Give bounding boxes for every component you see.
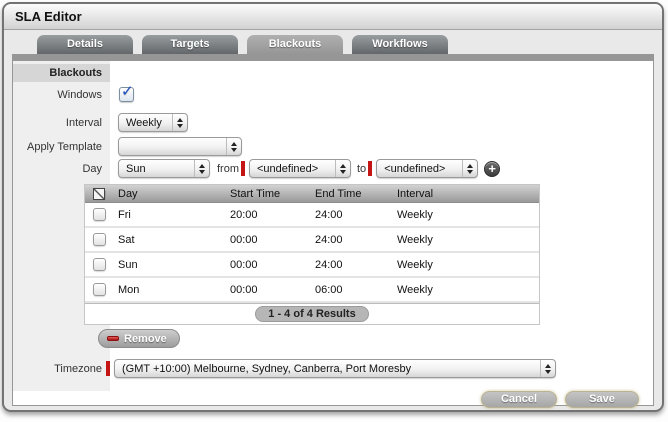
- select-all-icon[interactable]: [93, 187, 105, 200]
- to-time-select-value: <undefined>: [384, 162, 446, 175]
- stepper-arrows-icon: [540, 360, 555, 377]
- plus-icon: +: [488, 160, 496, 176]
- add-blackout-button[interactable]: +: [484, 160, 501, 177]
- interval-select[interactable]: Weekly: [118, 113, 188, 132]
- cell-start-time: 00:00: [230, 283, 258, 296]
- tab-bar: Details Targets Blackouts Workflows: [4, 30, 662, 54]
- tab-targets[interactable]: Targets: [142, 35, 238, 54]
- stepper-arrows-icon: [462, 160, 477, 177]
- column-header-start-time: Start Time: [230, 187, 281, 200]
- day-select-value: Sun: [126, 162, 146, 175]
- tab-blackouts[interactable]: Blackouts: [247, 35, 343, 54]
- table-row: Mon 00:00 06:00 Weekly: [85, 278, 539, 303]
- cell-interval: Weekly: [397, 283, 433, 296]
- interval-select-value: Weekly: [126, 116, 162, 129]
- column-header-interval: Interval: [397, 187, 434, 200]
- checkmark-icon: ✓: [121, 83, 134, 100]
- cell-day: Fri: [118, 208, 131, 221]
- window-titlebar: SLA Editor: [4, 4, 662, 30]
- cell-end-time: 24:00: [315, 233, 343, 246]
- day-select[interactable]: Sun: [118, 159, 210, 178]
- stepper-arrows-icon: [226, 138, 241, 155]
- table-header: Day Start Time End Time Interval: [85, 185, 539, 203]
- cell-start-time: 00:00: [230, 258, 258, 271]
- apply-template-label: Apply Template: [26, 140, 102, 153]
- interval-row: Interval Weekly: [13, 113, 653, 132]
- timezone-select-value: (GMT +10:00) Melbourne, Sydney, Canberra…: [122, 362, 412, 375]
- pagination-results[interactable]: 1 - 4 of 4 Results: [255, 306, 369, 322]
- cancel-button[interactable]: Cancel: [481, 391, 557, 408]
- row-checkbox[interactable]: [93, 233, 106, 246]
- apply-template-row: Apply Template: [13, 137, 653, 156]
- table-row: Fri 20:00 24:00 Weekly: [85, 203, 539, 228]
- blackouts-table: Day Start Time End Time Interval Fri 20:…: [84, 184, 540, 325]
- table-row: Sun 00:00 24:00 Weekly: [85, 253, 539, 278]
- window-title: SLA Editor: [15, 9, 82, 24]
- table-footer: 1 - 4 of 4 Results: [85, 303, 539, 324]
- to-label: to: [357, 162, 367, 175]
- from-label: from: [217, 162, 239, 175]
- table-row: Sat 00:00 24:00 Weekly: [85, 228, 539, 253]
- sla-editor-window: SLA Editor Details Targets Blackouts Wor…: [2, 2, 664, 412]
- stepper-arrows-icon: [335, 160, 350, 177]
- section-header-blackouts: Blackouts: [13, 64, 110, 82]
- from-time-select-value: <undefined>: [257, 162, 319, 175]
- from-time-select[interactable]: <undefined>: [249, 159, 351, 178]
- required-marker: [241, 161, 245, 176]
- cell-day: Sun: [118, 258, 138, 271]
- required-marker: [106, 361, 110, 376]
- save-button[interactable]: Save: [565, 391, 639, 408]
- row-checkbox[interactable]: [93, 208, 106, 221]
- cell-end-time: 24:00: [315, 258, 343, 271]
- column-header-end-time: End Time: [315, 187, 362, 200]
- windows-label: Windows: [57, 88, 102, 101]
- timezone-label: Timezone: [54, 362, 102, 375]
- to-time-select[interactable]: <undefined>: [376, 159, 479, 178]
- stepper-arrows-icon: [194, 160, 209, 177]
- minus-icon: [107, 336, 119, 341]
- cell-day: Mon: [118, 283, 140, 296]
- tab-workflows[interactable]: Workflows: [352, 35, 448, 54]
- timezone-row: Timezone (GMT +10:00) Melbourne, Sydney,…: [13, 359, 653, 378]
- cell-end-time: 06:00: [315, 283, 343, 296]
- day-row: Day Sun from <undefined> to <undefined> …: [13, 159, 653, 178]
- apply-template-select[interactable]: [118, 137, 242, 156]
- remove-button[interactable]: Remove: [98, 329, 180, 348]
- row-checkbox[interactable]: [93, 283, 106, 296]
- remove-button-label: Remove: [124, 332, 167, 345]
- row-checkbox[interactable]: [93, 258, 106, 271]
- day-label: Day: [82, 162, 102, 175]
- interval-label: Interval: [65, 116, 102, 129]
- cell-end-time: 24:00: [315, 208, 343, 221]
- column-header-day: Day: [118, 187, 138, 200]
- windows-row: Windows ✓: [13, 83, 653, 102]
- cell-start-time: 20:00: [230, 208, 258, 221]
- windows-checkbox[interactable]: ✓: [119, 83, 134, 102]
- timezone-select[interactable]: (GMT +10:00) Melbourne, Sydney, Canberra…: [114, 359, 556, 378]
- cell-interval: Weekly: [397, 208, 433, 221]
- required-marker: [368, 161, 373, 176]
- cell-interval: Weekly: [397, 258, 433, 271]
- content-panel: Blackouts Windows ✓ Interval Weekly Appl…: [12, 54, 654, 408]
- tab-details[interactable]: Details: [37, 35, 133, 54]
- stepper-arrows-icon: [172, 114, 187, 131]
- cell-interval: Weekly: [397, 233, 433, 246]
- cell-day: Sat: [118, 233, 135, 246]
- cell-start-time: 00:00: [230, 233, 258, 246]
